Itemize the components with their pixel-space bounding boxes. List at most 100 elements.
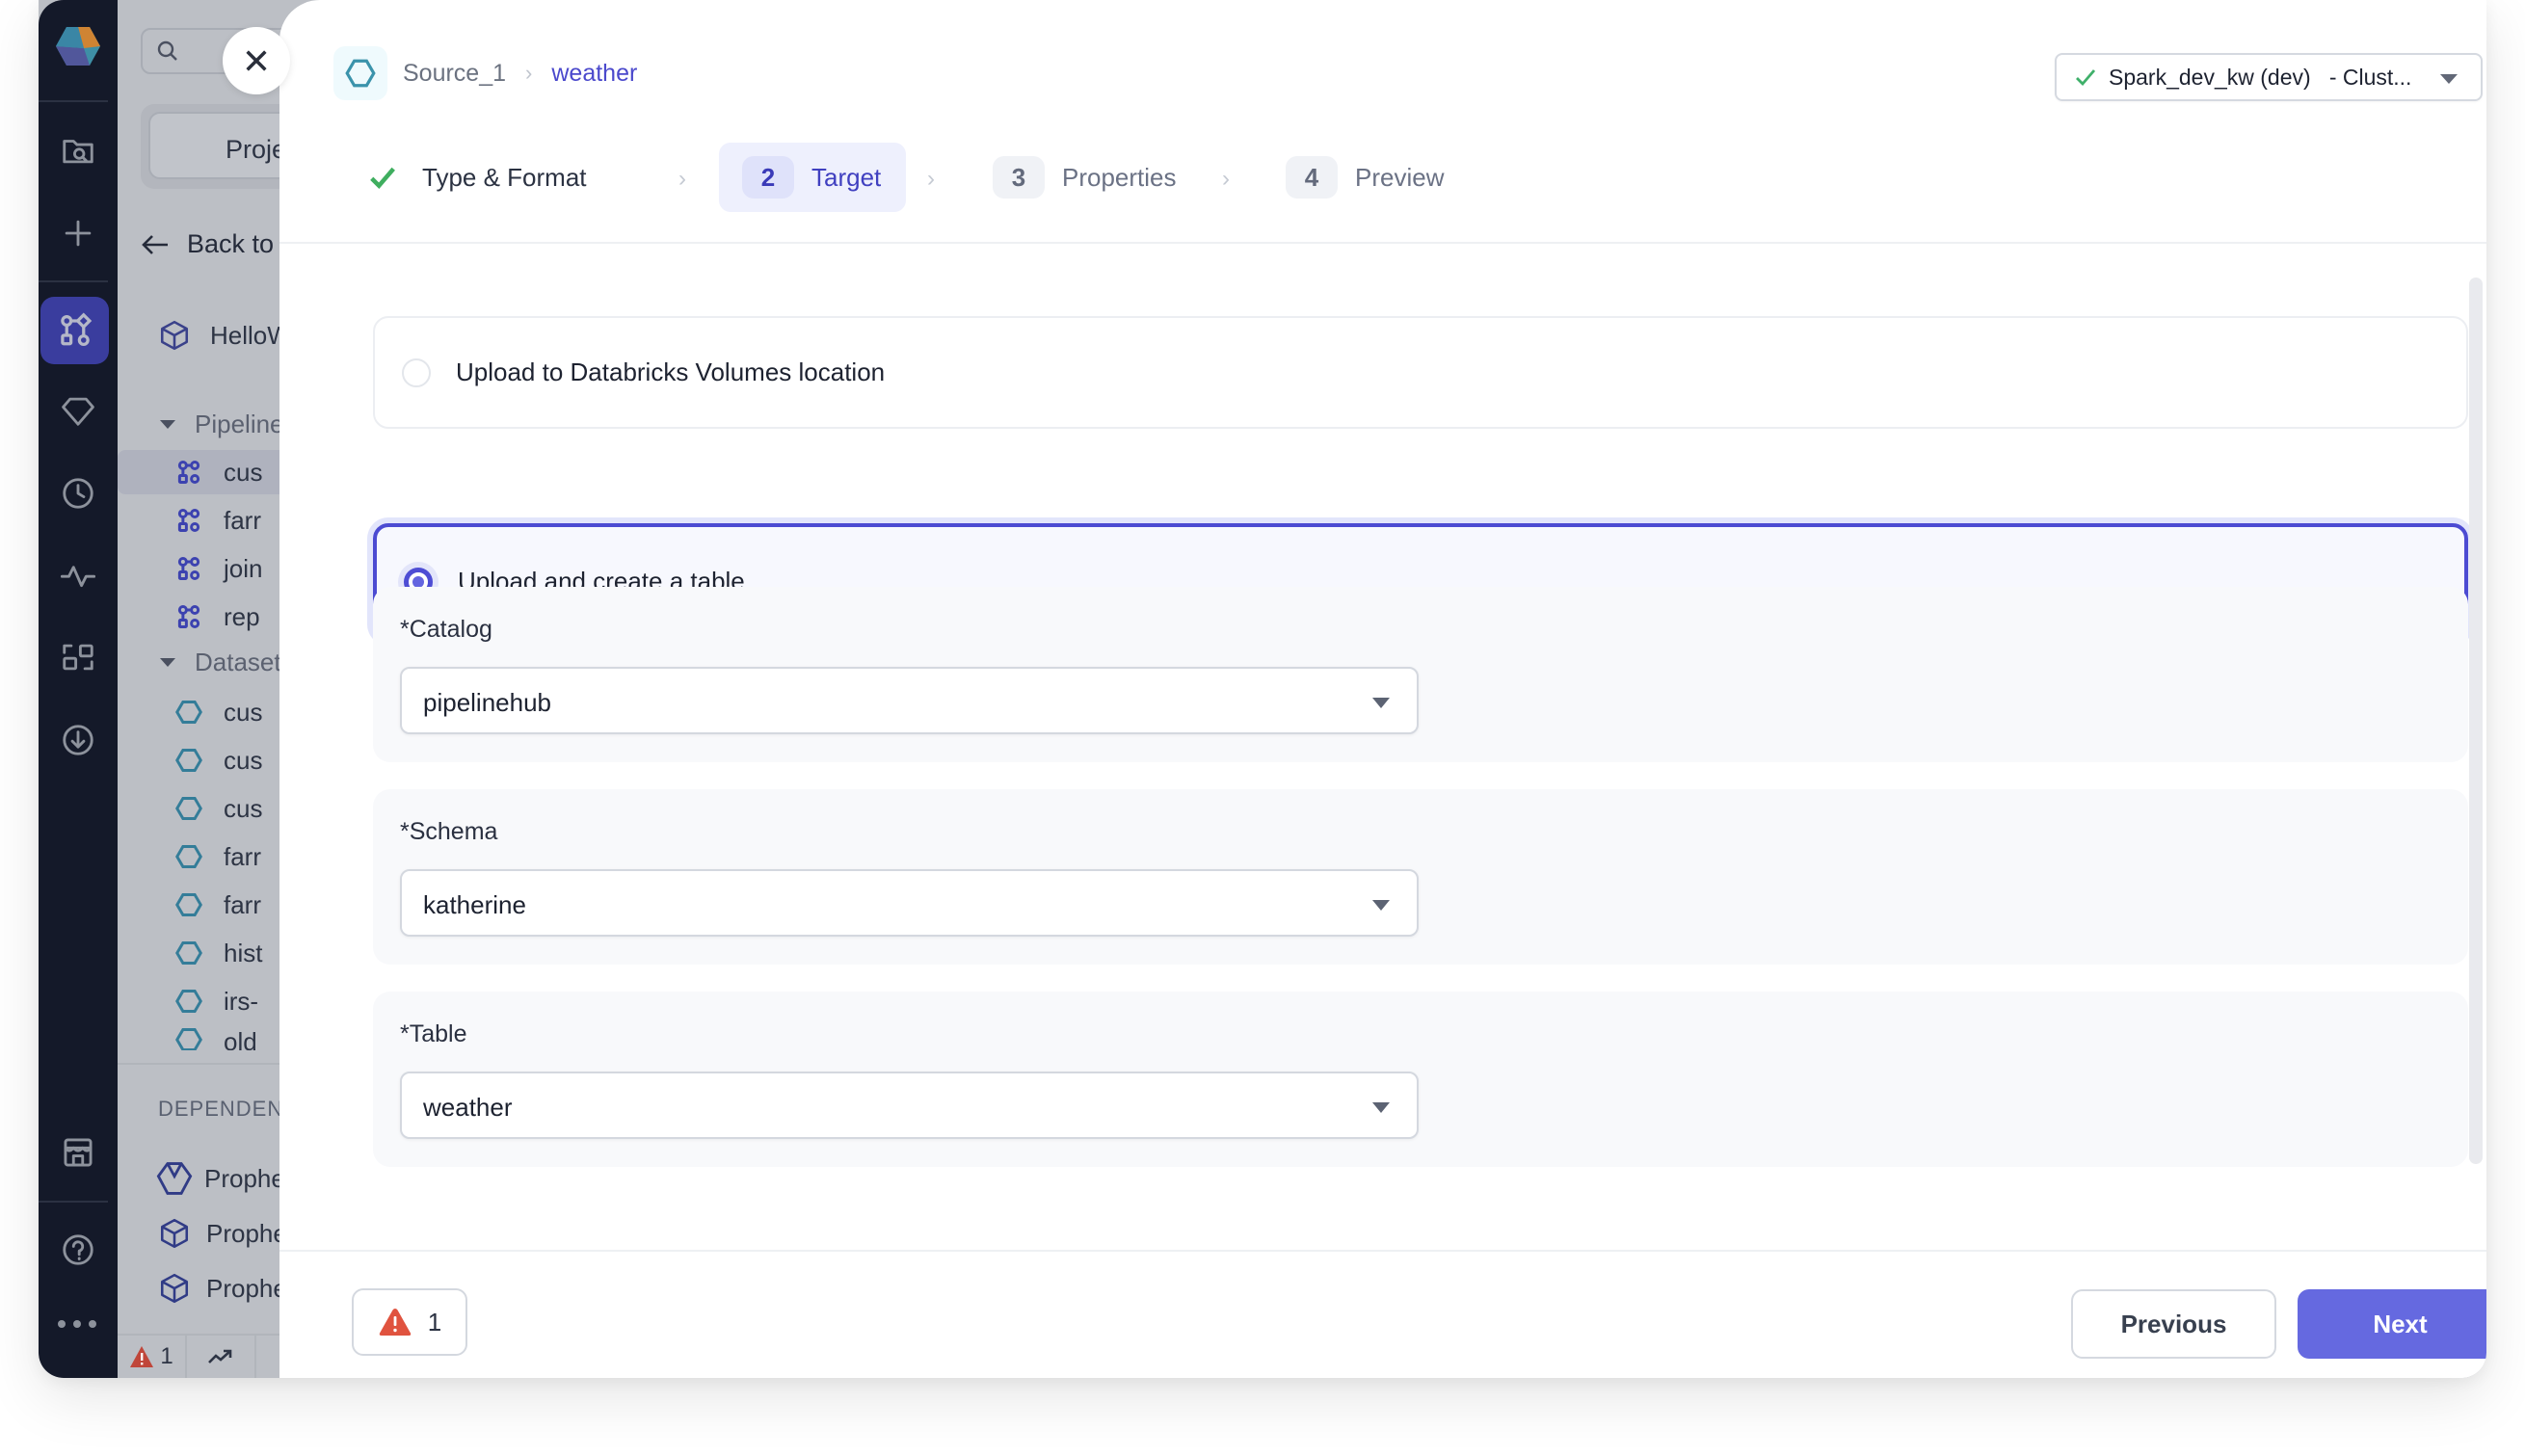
dataset-icon bbox=[175, 797, 202, 820]
tree-item[interactable]: cus bbox=[118, 450, 281, 494]
dataset-icon bbox=[175, 990, 202, 1013]
more-icon[interactable] bbox=[58, 1320, 96, 1330]
datasets-section[interactable]: Datasets bbox=[118, 640, 294, 684]
tree-item-label: Prophe bbox=[206, 1273, 287, 1303]
pipelines-section[interactable]: Pipelines bbox=[118, 402, 297, 446]
back-link[interactable]: Back to bbox=[141, 229, 274, 259]
tree-item[interactable]: cus bbox=[118, 738, 281, 782]
chevron-down-icon bbox=[2440, 74, 2458, 84]
select-value: weather bbox=[423, 1093, 513, 1122]
step-number: 3 bbox=[993, 156, 1045, 199]
plus-icon[interactable] bbox=[59, 214, 97, 252]
rail-divider bbox=[39, 280, 108, 282]
tree-item[interactable]: Prophe bbox=[118, 1156, 285, 1201]
download-icon[interactable] bbox=[59, 721, 97, 759]
close-modal-button[interactable] bbox=[223, 27, 290, 94]
step-label: Type & Format bbox=[422, 162, 587, 192]
help-icon[interactable] bbox=[59, 1231, 97, 1269]
tree-item-label: hist bbox=[224, 938, 263, 967]
tree-item[interactable]: rep bbox=[118, 595, 281, 639]
clock-icon[interactable] bbox=[59, 474, 97, 513]
tree-item-label: farr bbox=[224, 505, 261, 535]
option-label: Upload to Databricks Volumes location bbox=[456, 357, 886, 386]
option-volumes-location[interactable]: Upload to Databricks Volumes location bbox=[373, 316, 2468, 429]
search-icon bbox=[157, 40, 177, 61]
warning-icon bbox=[379, 1309, 412, 1336]
breadcrumb-source[interactable]: Source_1 bbox=[403, 60, 506, 88]
cluster-label: Spark_dev_kw (dev) - Clust... bbox=[2109, 64, 2412, 90]
dataset-icon bbox=[175, 701, 202, 724]
step-preview[interactable]: 4 Preview bbox=[1286, 143, 1444, 212]
tree-item[interactable]: Prophe bbox=[118, 1211, 287, 1256]
activity-icon[interactable] bbox=[59, 556, 97, 595]
select-value: katherine bbox=[423, 890, 526, 919]
warning-icon bbox=[130, 1346, 154, 1367]
tree-item[interactable]: Prophe bbox=[118, 1266, 287, 1310]
folder-search-icon[interactable] bbox=[59, 131, 97, 170]
step-target[interactable]: 2 Target bbox=[719, 143, 907, 212]
next-button[interactable]: Next bbox=[2298, 1289, 2486, 1359]
breadcrumb-current: weather bbox=[551, 59, 638, 87]
lineage-icon[interactable] bbox=[59, 638, 97, 676]
gem-icon[interactable] bbox=[59, 391, 97, 430]
check-icon bbox=[370, 167, 395, 190]
app-window: Search Project Back to HelloW Pipelines … bbox=[39, 0, 2486, 1378]
cluster-selector[interactable]: Spark_dev_kw (dev) - Clust... bbox=[2055, 53, 2483, 101]
dataset-icon bbox=[175, 893, 202, 916]
pipeline-icon bbox=[177, 509, 200, 532]
logo-icon[interactable] bbox=[55, 25, 101, 67]
radio-button[interactable] bbox=[402, 357, 431, 387]
tree-item[interactable]: farr bbox=[118, 498, 281, 543]
step-label: Target bbox=[811, 162, 882, 192]
status-errors[interactable]: 1 bbox=[118, 1336, 187, 1378]
rail-divider bbox=[39, 1201, 108, 1203]
status-bar: 1 bbox=[118, 1334, 281, 1378]
tree-item[interactable]: cus bbox=[118, 786, 281, 831]
pipeline-icon bbox=[177, 461, 200, 484]
step-properties[interactable]: 3 Properties bbox=[993, 143, 1177, 212]
chevron-right-icon: › bbox=[678, 166, 686, 192]
tree-item-label: Prophe bbox=[206, 1218, 287, 1248]
tree-item-label: join bbox=[224, 553, 263, 583]
field-label: *Schema bbox=[400, 818, 498, 845]
dataset-icon bbox=[175, 749, 202, 772]
trend-icon[interactable] bbox=[187, 1336, 256, 1378]
schema-select[interactable]: katherine bbox=[400, 869, 1419, 937]
tree-item[interactable]: farr bbox=[118, 834, 281, 879]
table-select[interactable]: weather bbox=[400, 1072, 1419, 1139]
pipeline-icon bbox=[177, 605, 200, 628]
table-field: *Table weather bbox=[373, 992, 2468, 1167]
tree-item[interactable]: hist bbox=[118, 931, 281, 975]
marketplace-icon[interactable] bbox=[59, 1133, 97, 1172]
step-type-format[interactable]: Type & Format bbox=[368, 143, 587, 212]
tree-item[interactable]: farr bbox=[118, 883, 281, 927]
tree-item-label: rep bbox=[224, 601, 260, 631]
pipeline-icon[interactable] bbox=[40, 297, 109, 364]
target-form: Upload to Databricks Volumes location Up… bbox=[279, 244, 2486, 1251]
catalog-select[interactable]: pipelinehub bbox=[400, 667, 1419, 734]
project-item[interactable]: HelloW bbox=[118, 313, 291, 357]
step-number: 4 bbox=[1286, 156, 1338, 199]
dataset-icon bbox=[175, 941, 202, 965]
check-icon bbox=[2076, 69, 2096, 87]
tree-item-label: cus bbox=[224, 457, 263, 487]
pipeline-icon bbox=[177, 557, 200, 580]
tree-item[interactable]: join bbox=[118, 546, 281, 591]
tree-item[interactable]: irs- bbox=[118, 979, 281, 1023]
field-label: *Table bbox=[400, 1020, 467, 1047]
panel-divider bbox=[118, 1063, 281, 1065]
upload-file-modal: Source_1 › weather Spark_dev_kw (dev) - … bbox=[279, 0, 2486, 1378]
breadcrumb: Source_1 › weather bbox=[333, 46, 637, 100]
gem-package-icon bbox=[156, 1162, 193, 1195]
tree-item-label: farr bbox=[224, 841, 261, 871]
tree-item[interactable]: cus bbox=[118, 690, 281, 734]
select-value: pipelinehub bbox=[423, 688, 552, 717]
scrollbar[interactable] bbox=[2469, 278, 2483, 1164]
errors-button[interactable]: 1 bbox=[352, 1288, 467, 1356]
cube-icon bbox=[160, 1273, 189, 1304]
tree-item[interactable]: old bbox=[118, 1027, 281, 1050]
modal-footer: 1 Previous Next bbox=[279, 1250, 2486, 1378]
arrow-left-icon bbox=[142, 234, 168, 254]
previous-button[interactable]: Previous bbox=[2071, 1289, 2276, 1359]
tree-item-label: Prophe bbox=[204, 1163, 285, 1193]
